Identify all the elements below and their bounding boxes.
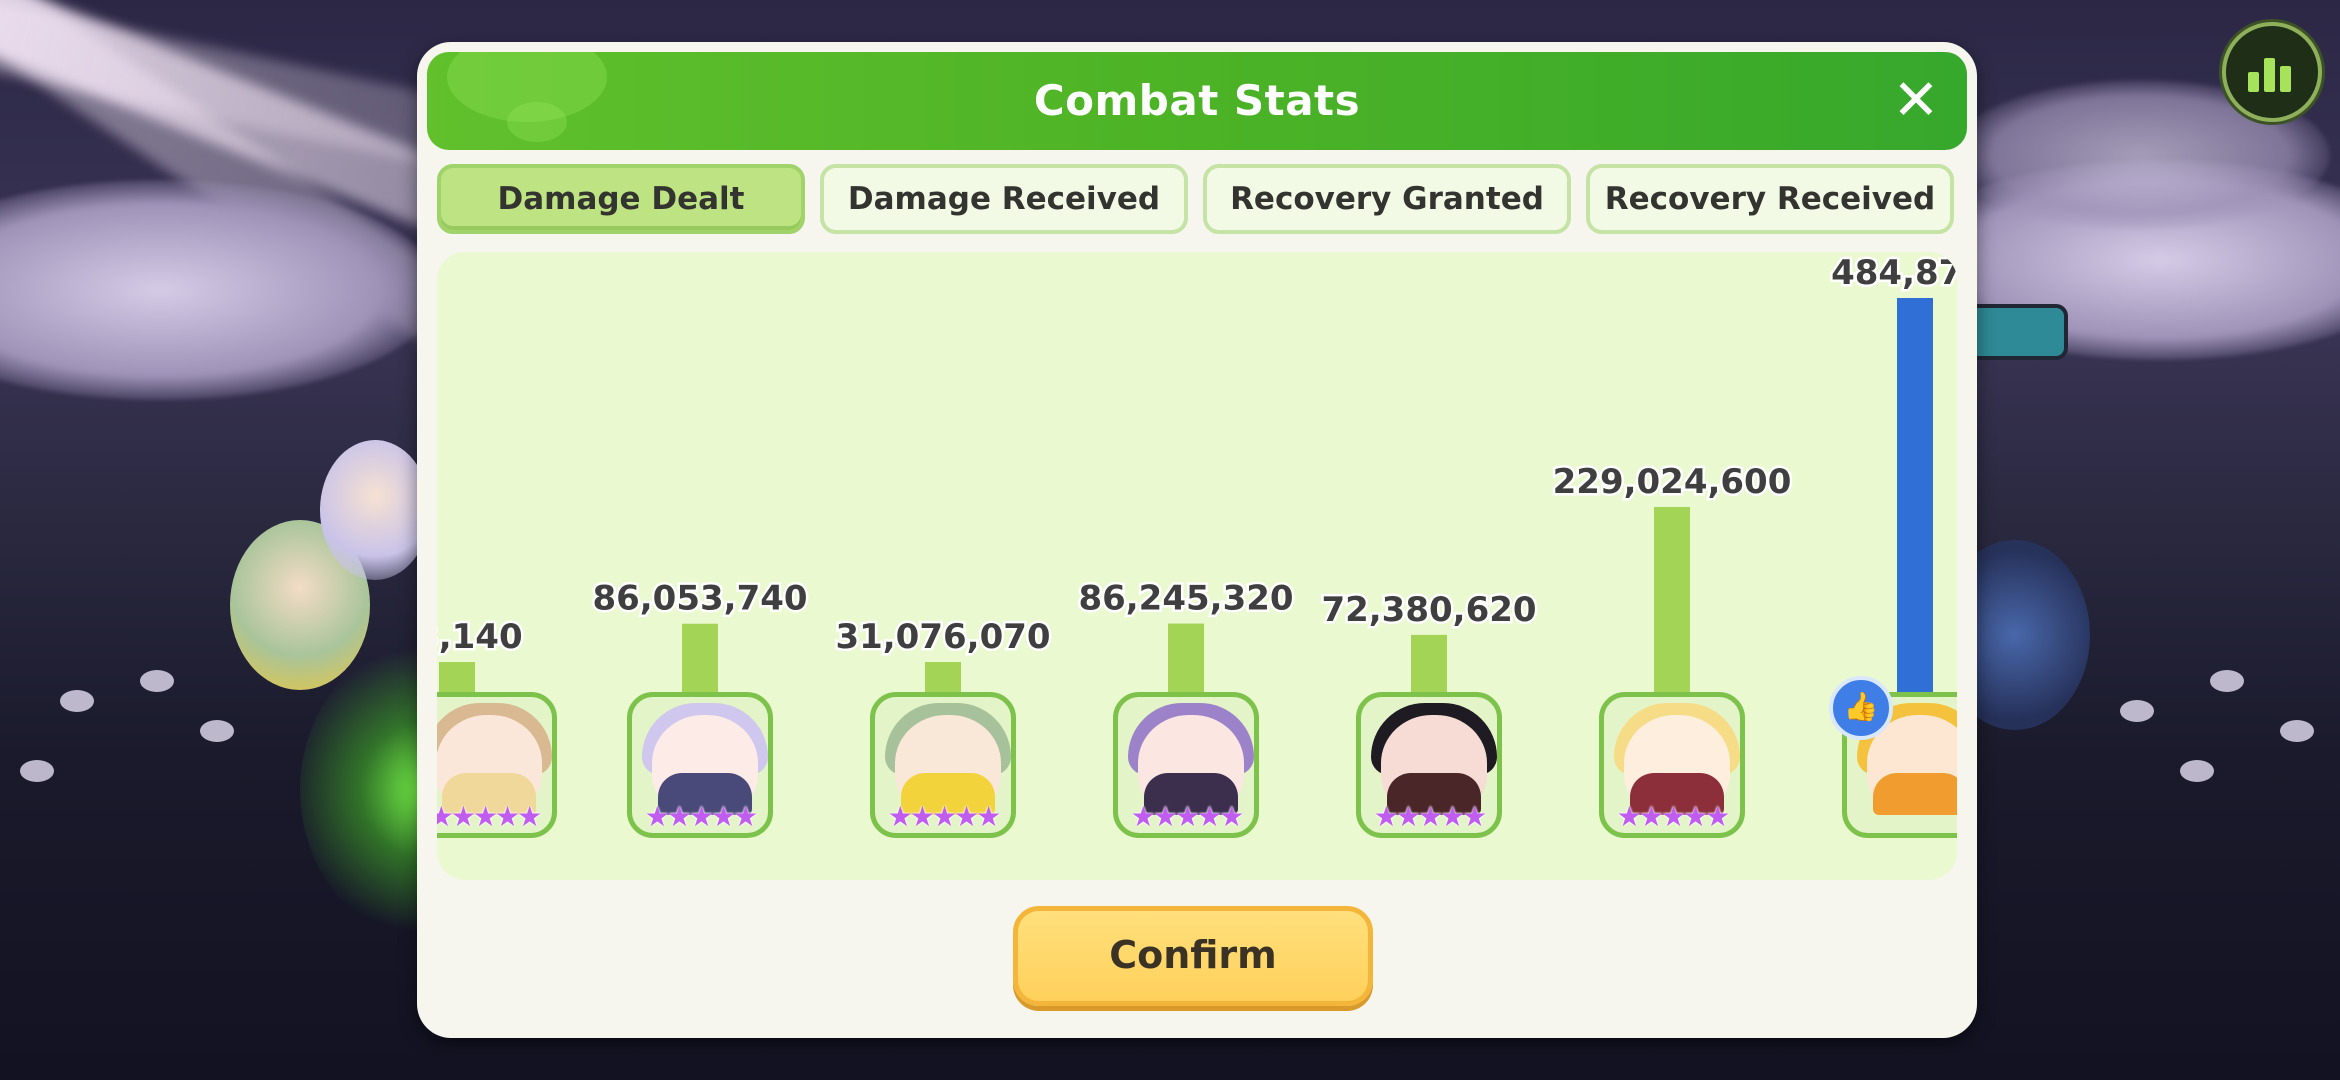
flower	[140, 670, 174, 692]
side-character-avatar	[320, 440, 430, 580]
flower	[20, 760, 54, 782]
flower	[2210, 670, 2244, 692]
character-portrait[interactable]: ★★★★★	[1356, 692, 1502, 838]
damage-bar	[682, 623, 718, 694]
star-rating: ★★★★★	[437, 800, 542, 833]
bar-chart-icon	[2248, 72, 2259, 92]
character-portrait[interactable]: ★★★★★	[437, 692, 557, 838]
star-rating: ★★★★★	[644, 800, 759, 833]
damage-bar	[1411, 634, 1447, 694]
star-rating: ★★★★★	[1130, 800, 1245, 833]
damage-value-label: 31,076,070	[835, 617, 1050, 657]
damage-bar-mvp	[1897, 298, 1933, 694]
dialog-title: Combat Stats	[1033, 76, 1361, 125]
character-portrait[interactable]: ★★★★★	[627, 692, 773, 838]
damage-value-label: 72,380,620	[1321, 590, 1536, 630]
bar-chart-icon	[2280, 66, 2291, 92]
confirm-button[interactable]: Confirm	[1013, 906, 1373, 1006]
damage-bar	[1168, 623, 1204, 694]
thumbs-up-icon: 👍	[1829, 676, 1893, 740]
damage-value-label: 63,140	[437, 617, 523, 657]
character-portrait[interactable]: ★★★★★	[1113, 692, 1259, 838]
flower	[200, 720, 234, 742]
star-rating: ★★★★★	[887, 800, 1002, 833]
character-portrait[interactable]: ★★★★★	[870, 692, 1016, 838]
tab-damage-dealt[interactable]: Damage Dealt	[437, 164, 805, 234]
damage-bar	[439, 662, 475, 694]
star-rating: ★★★★★	[1616, 800, 1731, 833]
flower	[2120, 700, 2154, 722]
tab-damage-received[interactable]: Damage Received	[820, 164, 1188, 234]
character-portrait[interactable]: ★★★★★	[1599, 692, 1745, 838]
flower	[2280, 720, 2314, 742]
combat-stats-dialog: Combat Stats ✕ Damage Dealt Damage Recei…	[417, 42, 1977, 1038]
star-rating: ★★★★★	[1373, 800, 1488, 833]
damage-chart: 63,140 86,053,740 31,076,070 86,245,320 72,3…	[437, 252, 1957, 880]
damage-bar	[1654, 506, 1690, 694]
damage-value-label: 484,870,	[1831, 253, 1957, 293]
stats-button[interactable]	[2222, 22, 2322, 122]
bar-chart-icon	[2264, 58, 2275, 92]
cloud	[0, 180, 440, 400]
damage-value-label: 229,024,600	[1553, 462, 1792, 502]
damage-bar	[925, 662, 961, 694]
damage-value-label: 86,245,320	[1078, 579, 1293, 619]
tab-recovery-received[interactable]: Recovery Received	[1586, 164, 1954, 234]
dialog-header: Combat Stats ✕	[427, 52, 1967, 150]
flower	[60, 690, 94, 712]
damage-value-label: 86,053,740	[592, 579, 807, 619]
character-body	[1873, 773, 1957, 815]
tab-recovery-granted[interactable]: Recovery Granted	[1203, 164, 1571, 234]
flower	[2180, 760, 2214, 782]
close-icon[interactable]: ✕	[1889, 73, 1943, 129]
stats-tabs: Damage Dealt Damage Received Recovery Gr…	[437, 164, 1957, 236]
